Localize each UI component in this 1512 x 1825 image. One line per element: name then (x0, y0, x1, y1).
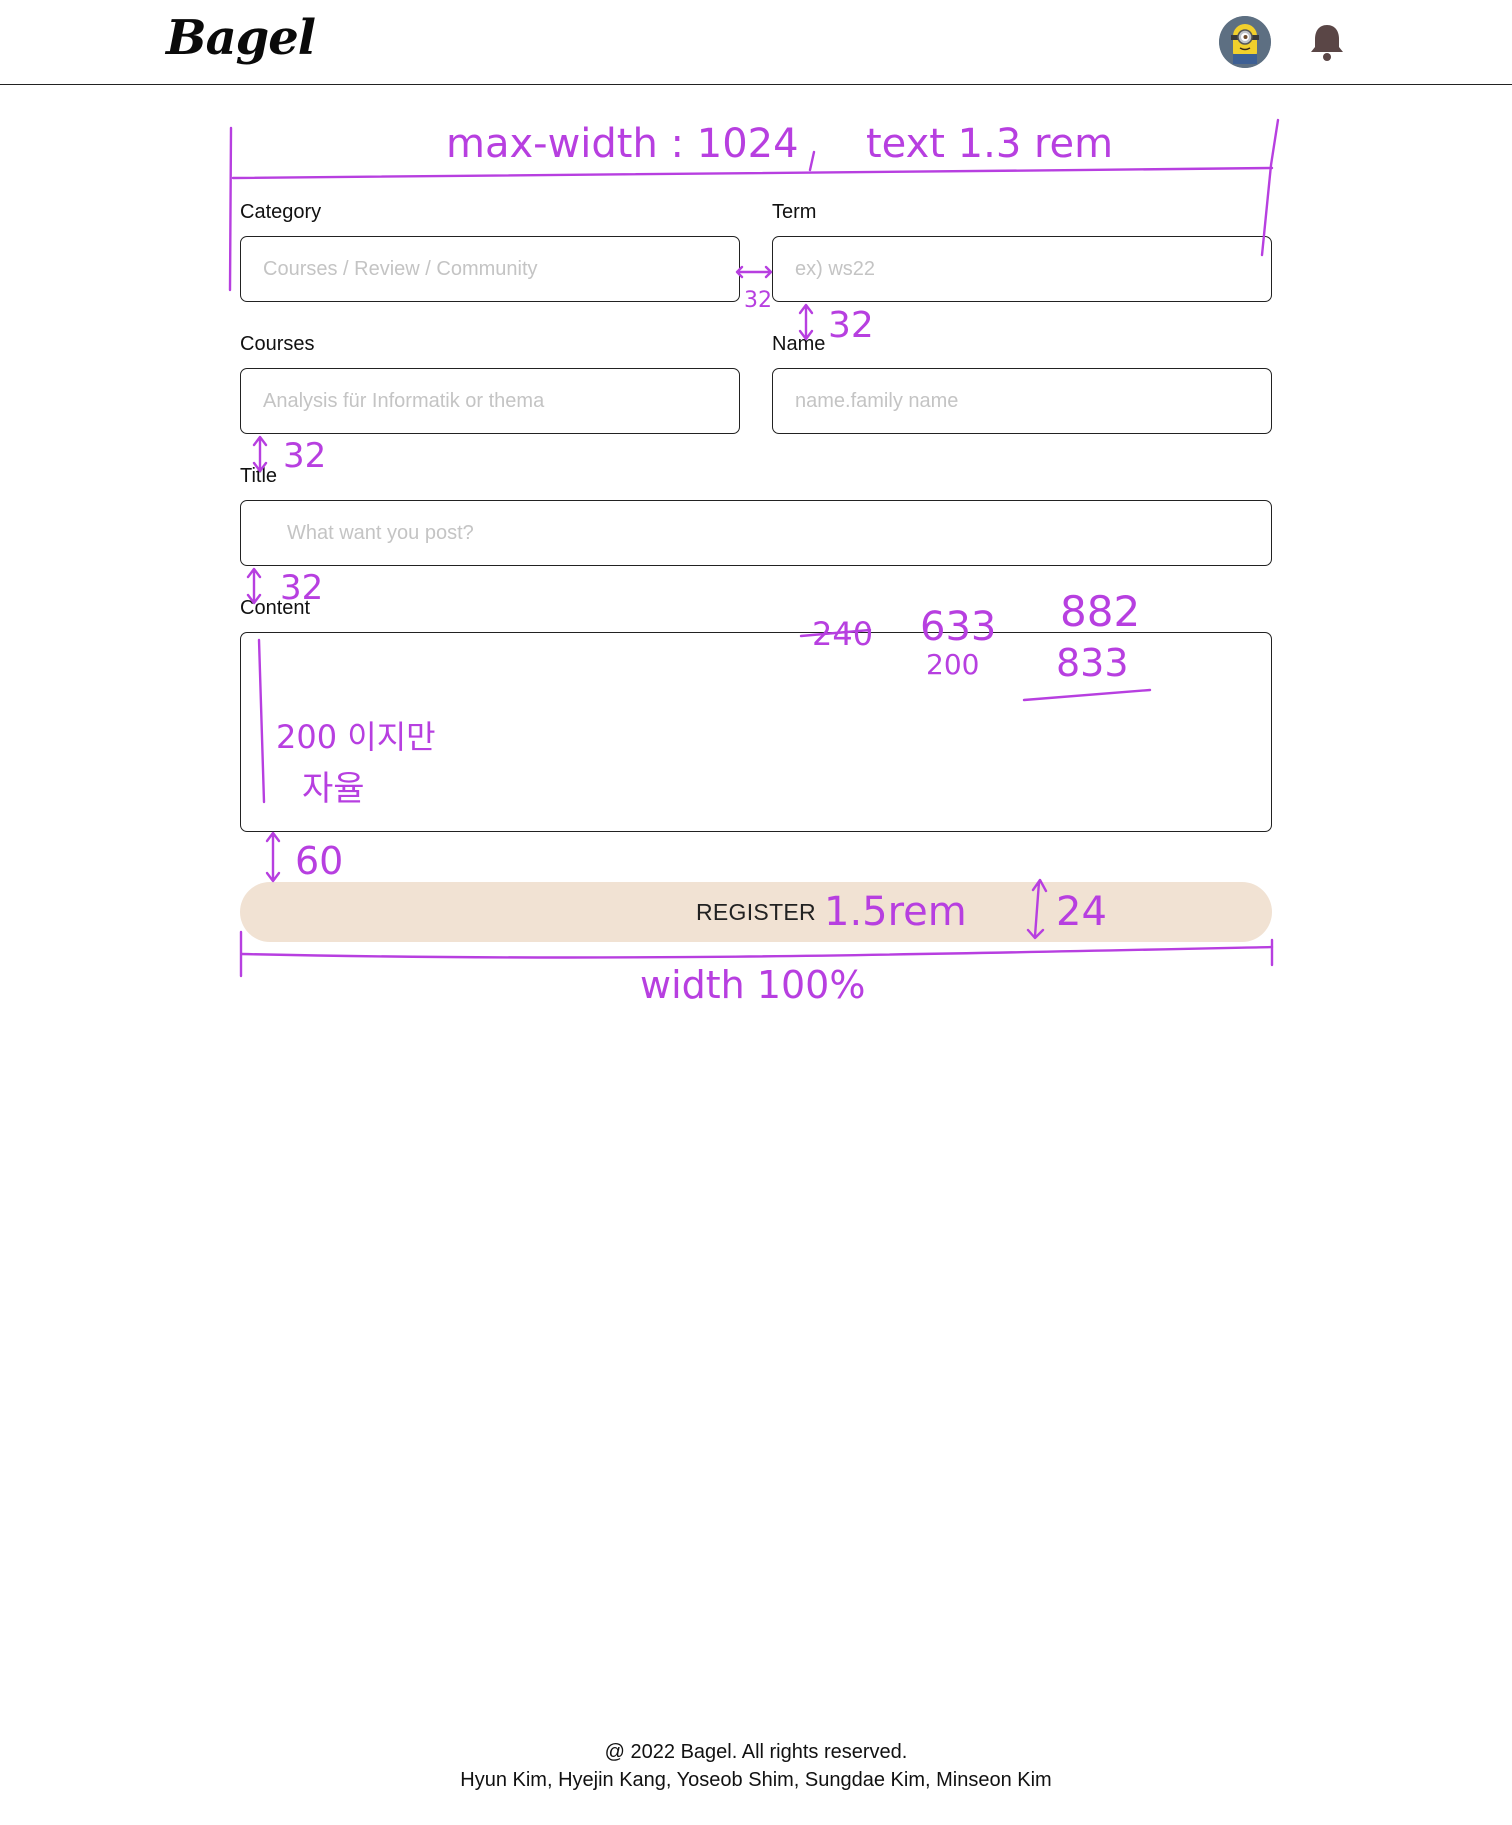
term-label: Term (772, 201, 817, 223)
bell-icon (1311, 25, 1343, 61)
annotation-gap-horizontal: 32 (744, 288, 772, 313)
annotation-text-size: text 1.3 rem (866, 121, 1113, 167)
annotation-button-width: width 100% (640, 963, 865, 1007)
bagel-logo[interactable]: Bagel (166, 10, 316, 66)
annotation-gap-row2: 32 (283, 436, 326, 476)
annotation-number-882: 882 (1060, 587, 1140, 636)
content-label: Content (240, 597, 311, 619)
top-navbar: Bagel (0, 0, 1512, 85)
notification-bell-button[interactable] (1309, 22, 1345, 62)
annotation-max-width: max-width : 1024 (446, 121, 799, 167)
max-width-bracket-left (228, 126, 233, 292)
max-width-bracket-right (1260, 118, 1280, 257)
register-button[interactable]: REGISTER (240, 882, 1272, 942)
courses-label: Courses (240, 333, 315, 355)
authors-text: Hyun Kim, Hyejin Kang, Yoseob Shim, Sung… (460, 1769, 1052, 1791)
user-avatar[interactable] (1219, 16, 1271, 68)
minion-avatar-icon (1219, 16, 1271, 68)
max-width-bracket-line (231, 166, 1274, 180)
category-input[interactable] (240, 236, 740, 302)
name-label: Name (772, 333, 826, 355)
annotation-gap-button: 60 (295, 839, 343, 883)
category-label: Category (240, 201, 322, 223)
annotation-gap-row1: 32 (828, 305, 874, 346)
copyright-text: @ 2022 Bagel. All rights reserved. (604, 1741, 908, 1763)
title-label: Title (240, 465, 278, 487)
content-textarea[interactable] (240, 632, 1272, 832)
name-input[interactable] (772, 368, 1272, 434)
term-input[interactable] (772, 236, 1272, 302)
courses-input[interactable] (240, 368, 740, 434)
title-input[interactable] (240, 500, 1272, 566)
page-footer: @ 2022 Bagel. All rights reserved. Hyun … (0, 1738, 1512, 1794)
